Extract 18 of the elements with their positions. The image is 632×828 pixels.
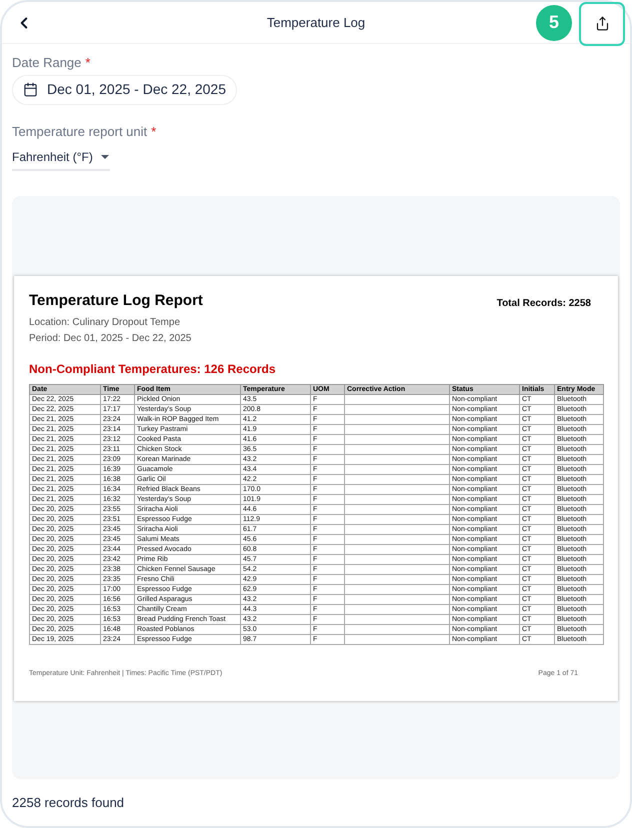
field-label: Temperature report unit — [12, 122, 148, 141]
records-count: 2258 records found — [12, 794, 124, 812]
required-mark: * — [85, 54, 90, 72]
required-mark: * — [151, 122, 156, 140]
field-label: Date Range — [12, 54, 82, 72]
total-records: Total Records: 2258 — [496, 297, 591, 311]
location-text: Location: Culinary Dropout Tempe — [29, 316, 180, 330]
period-text: Period: Dec 01, 2025 - Dec 22, 2025 — [29, 332, 192, 346]
caret-icon — [100, 155, 109, 159]
report-title: Temperature Log Report — [29, 292, 203, 310]
calendar-icon — [23, 82, 38, 97]
date-range-field[interactable]: Dec 01, 2025 - Dec 22, 2025 — [12, 74, 238, 104]
share-icon — [594, 16, 610, 31]
unit-dropdown[interactable]: Fahrenheit (°F) — [12, 149, 110, 171]
window-title: Temperature Log — [266, 14, 366, 32]
count-badge: 5 — [536, 4, 572, 40]
alert-text: Non-Compliant Temperatures: 126 Records — [29, 362, 276, 377]
share-button[interactable] — [579, 2, 625, 46]
